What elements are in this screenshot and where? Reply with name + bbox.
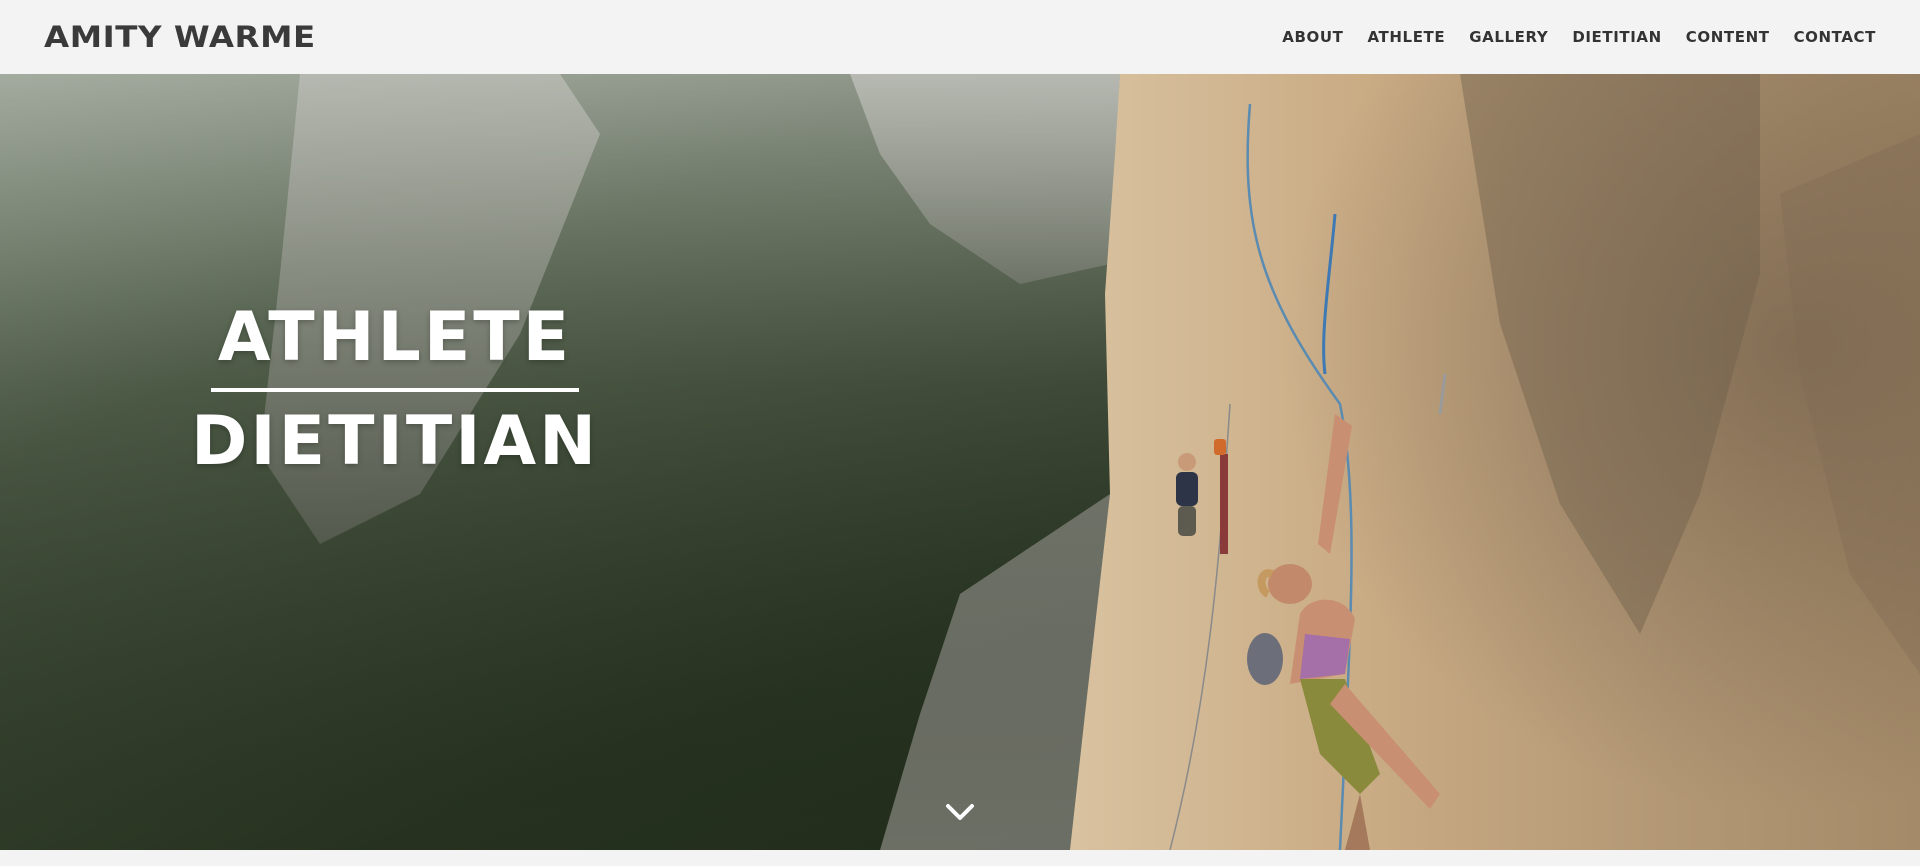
hero-section: ATHLETE DIETITIAN bbox=[0, 74, 1920, 850]
chevron-down-icon[interactable] bbox=[944, 800, 976, 824]
nav-item-athlete[interactable]: ATHLETE bbox=[1368, 28, 1446, 46]
nav-item-about[interactable]: ABOUT bbox=[1282, 28, 1343, 46]
main-nav: ABOUT ATHLETE GALLERY DIETITIAN CONTENT … bbox=[1282, 28, 1876, 46]
nav-item-gallery[interactable]: GALLERY bbox=[1469, 28, 1548, 46]
site-logo[interactable]: AMITY WARME bbox=[44, 20, 316, 54]
hero-title: ATHLETE DIETITIAN bbox=[190, 304, 600, 476]
nav-item-dietitian[interactable]: DIETITIAN bbox=[1572, 28, 1661, 46]
hero-title-dietitian: DIETITIAN bbox=[190, 402, 600, 481]
nav-item-contact[interactable]: CONTACT bbox=[1794, 28, 1876, 46]
site-header: AMITY WARME ABOUT ATHLETE GALLERY DIETIT… bbox=[0, 0, 1920, 74]
hero-title-divider bbox=[211, 388, 579, 392]
hero-title-athlete: ATHLETE bbox=[217, 298, 573, 377]
nav-item-content[interactable]: CONTENT bbox=[1686, 28, 1770, 46]
page-bottom-strip bbox=[0, 850, 1920, 866]
